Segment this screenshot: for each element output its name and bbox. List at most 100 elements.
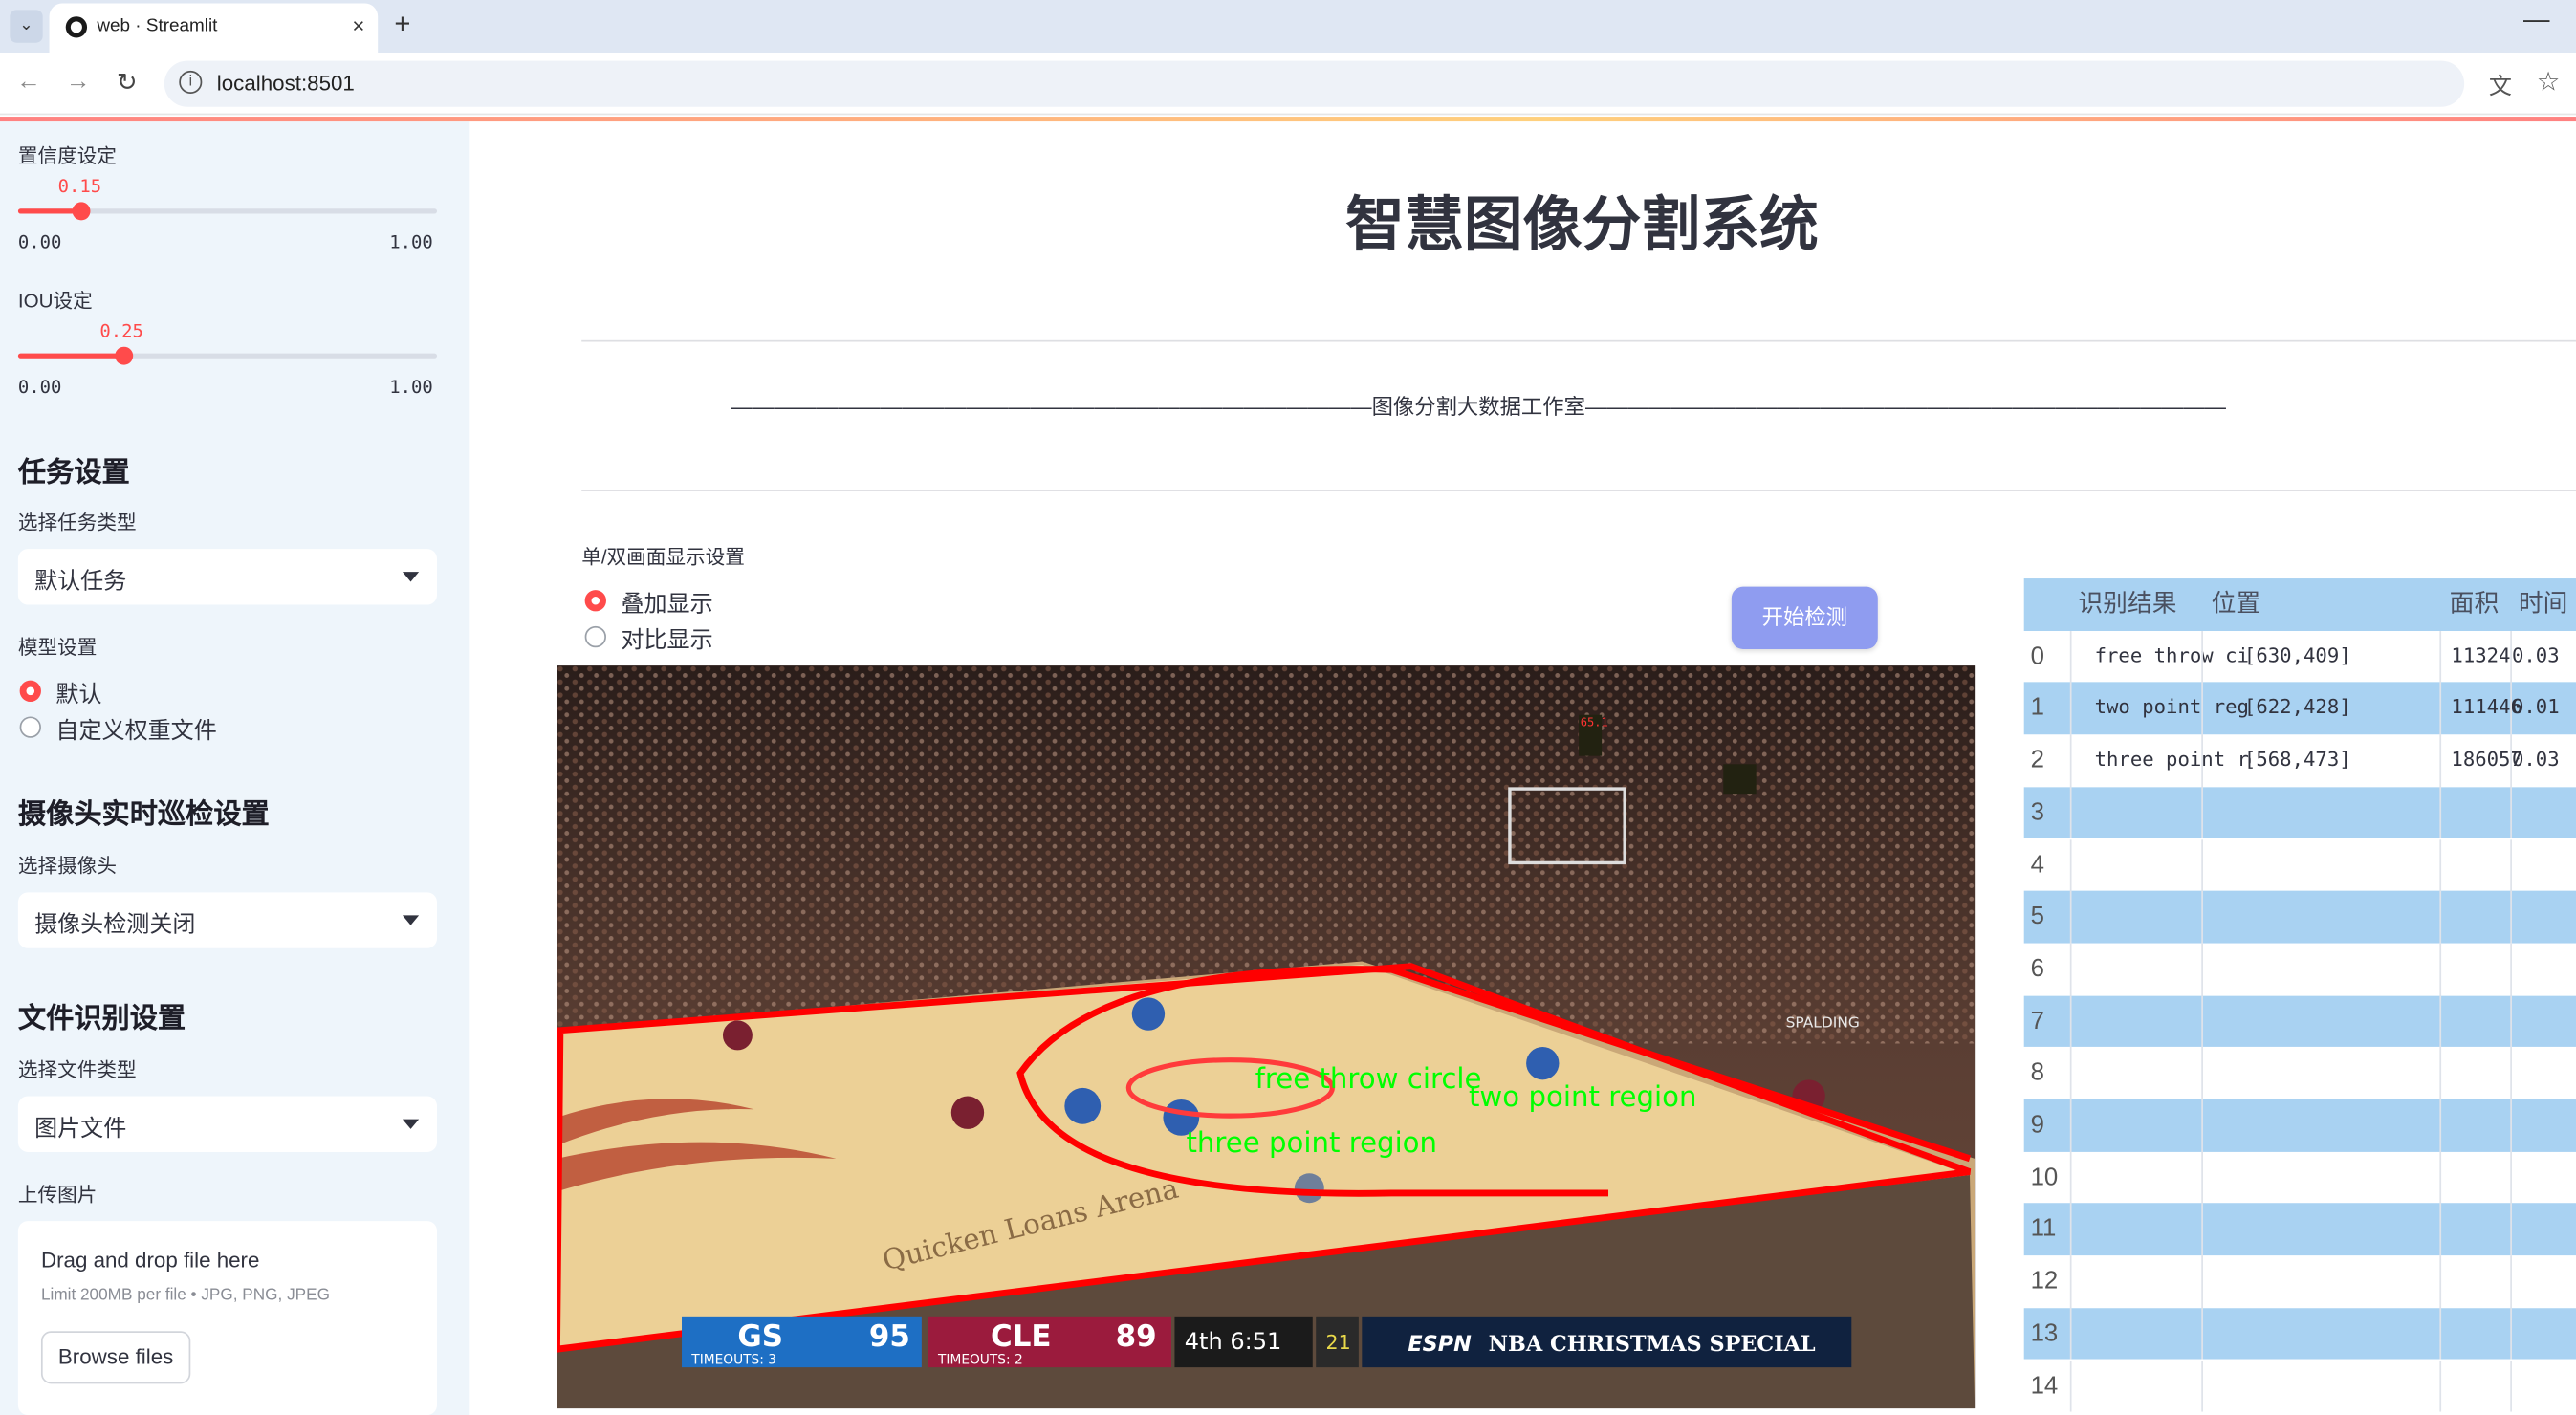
url-text[interactable]: localhost:8501: [217, 71, 355, 96]
confidence-slider-thumb[interactable]: [73, 202, 91, 221]
table-row[interactable]: 0free throw circle[630,409]113240.03: [2023, 630, 2576, 683]
column-divider: [2439, 1255, 2442, 1308]
table-header-row: 识别结果 位置 面积 时间: [2023, 578, 2576, 631]
row-index: 11: [2030, 1214, 2057, 1244]
header-label[interactable]: 识别结果: [2078, 578, 2193, 630]
main-content: 智慧图像分割系统 ——————————————————————————————图…: [469, 121, 2576, 1415]
page-title: 智慧图像分割系统: [1345, 190, 1819, 258]
file-type-select[interactable]: 图片文件: [17, 1096, 438, 1152]
column-divider: [2201, 994, 2203, 1048]
tv-scoreboard: GS 95 TIMEOUTS: 3 CLE 89 TIMEOUTS: 2 4th…: [682, 1316, 1852, 1368]
table-row[interactable]: 12: [2023, 1255, 2576, 1308]
column-divider: [2069, 1360, 2072, 1412]
column-divider: [2069, 683, 2072, 735]
column-divider: [2439, 1203, 2442, 1256]
row-position: [568,473]: [2243, 748, 2351, 772]
row-index: 3: [2030, 798, 2044, 827]
new-tab-icon[interactable]: +: [394, 9, 410, 41]
column-divider: [2439, 787, 2442, 839]
chevron-down-icon: [402, 572, 420, 582]
task-settings-header: 任务设置: [17, 456, 130, 489]
browse-files-button[interactable]: Browse files: [40, 1331, 191, 1384]
row-index: 5: [2030, 902, 2044, 931]
radio-unselected-icon[interactable]: [584, 625, 606, 648]
iou-slider[interactable]: [17, 346, 438, 365]
column-divider: [2069, 994, 2072, 1048]
radio-selected-icon[interactable]: [19, 680, 41, 702]
column-divider: [2439, 1360, 2442, 1412]
header-area[interactable]: 面积: [2450, 578, 2516, 630]
column-divider: [2201, 838, 2203, 891]
column-divider: [2510, 838, 2512, 891]
back-arrow-icon[interactable]: ←: [16, 67, 41, 95]
tab-close-icon[interactable]: ×: [352, 13, 364, 38]
table-row[interactable]: 14: [2023, 1360, 2576, 1412]
column-divider: [2069, 890, 2072, 944]
table-row[interactable]: 10: [2023, 1151, 2576, 1204]
forward-arrow-icon[interactable]: →: [66, 67, 91, 95]
reload-icon[interactable]: ↻: [117, 67, 138, 97]
table-row[interactable]: 13: [2023, 1307, 2576, 1361]
team2-score: 89: [1116, 1319, 1157, 1354]
table-row[interactable]: 11: [2023, 1203, 2576, 1256]
header-position[interactable]: 位置: [2212, 578, 2310, 630]
iou-max: 1.00: [389, 376, 433, 398]
task-type-select[interactable]: 默认任务: [17, 549, 438, 605]
table-row[interactable]: 4: [2023, 838, 2576, 891]
row-index: 12: [2030, 1267, 2059, 1295]
confidence-min: 0.00: [17, 231, 62, 253]
tab-list-menu-icon[interactable]: ⌄: [10, 10, 43, 43]
column-divider: [2201, 1203, 2203, 1256]
column-divider: [2439, 1307, 2442, 1361]
bookmark-star-icon[interactable]: ☆: [2537, 66, 2561, 98]
radio-unselected-icon[interactable]: [19, 716, 41, 738]
column-divider: [2201, 1151, 2203, 1204]
iou-slider-thumb[interactable]: [114, 346, 133, 365]
column-divider: [2439, 838, 2442, 891]
row-index: 6: [2030, 954, 2044, 983]
divider-bottom: [581, 490, 2576, 491]
iou-label: IOU设定: [17, 289, 93, 313]
table-row[interactable]: 7: [2023, 994, 2576, 1048]
confidence-slider[interactable]: [17, 202, 438, 221]
upload-label: 上传图片: [17, 1183, 98, 1207]
column-divider: [2439, 943, 2442, 995]
column-divider: [2069, 943, 2072, 995]
url-field[interactable]: i localhost:8501: [164, 60, 2465, 107]
column-divider: [2201, 683, 2203, 735]
table-row[interactable]: 2three point region[568,473]1860570.03: [2023, 734, 2576, 787]
row-index: 4: [2030, 850, 2044, 879]
column-divider: [2069, 1255, 2072, 1308]
column-divider: [2069, 1151, 2072, 1204]
table-row[interactable]: 8: [2023, 1047, 2576, 1099]
window-minimize-icon[interactable]: —: [2523, 7, 2549, 36]
row-label: three point region: [2094, 748, 2251, 772]
translate-icon[interactable]: 文: [2489, 69, 2512, 101]
radio-selected-icon[interactable]: [584, 590, 606, 612]
file-type-label: 选择文件类型: [17, 1057, 137, 1082]
display-option-overlay: 叠加显示: [621, 590, 713, 617]
start-detection-button[interactable]: 开始检测: [1731, 586, 1878, 649]
table-row[interactable]: 9: [2023, 1099, 2576, 1152]
column-divider: [2439, 1047, 2442, 1099]
file-dropzone[interactable]: Drag and drop file here Limit 200MB per …: [17, 1221, 438, 1415]
chevron-down-icon: [402, 1119, 420, 1129]
column-divider: [2439, 1099, 2442, 1152]
browser-tab-active[interactable]: web · Streamlit ×: [49, 3, 379, 54]
column-divider: [2201, 1255, 2203, 1308]
header-time[interactable]: 时间: [2519, 578, 2576, 630]
table-row[interactable]: 1two point region[622,428]1114460.01: [2023, 683, 2576, 735]
column-divider: [2069, 787, 2072, 839]
table-row[interactable]: 6: [2023, 943, 2576, 995]
row-label: free throw circle: [2094, 643, 2251, 667]
site-info-icon[interactable]: i: [179, 70, 203, 94]
column-divider: [2510, 1255, 2512, 1308]
column-divider: [2510, 943, 2512, 995]
label-three-point: three point region: [1186, 1126, 1437, 1159]
camera-select[interactable]: 摄像头检测关闭: [17, 892, 438, 948]
divider-top: [581, 339, 2576, 342]
browser-tab-bar: ⌄ web · Streamlit × + —: [0, 0, 2576, 54]
table-row[interactable]: 5: [2023, 890, 2576, 944]
row-index: 10: [2030, 1163, 2059, 1191]
table-row[interactable]: 3: [2023, 787, 2576, 839]
